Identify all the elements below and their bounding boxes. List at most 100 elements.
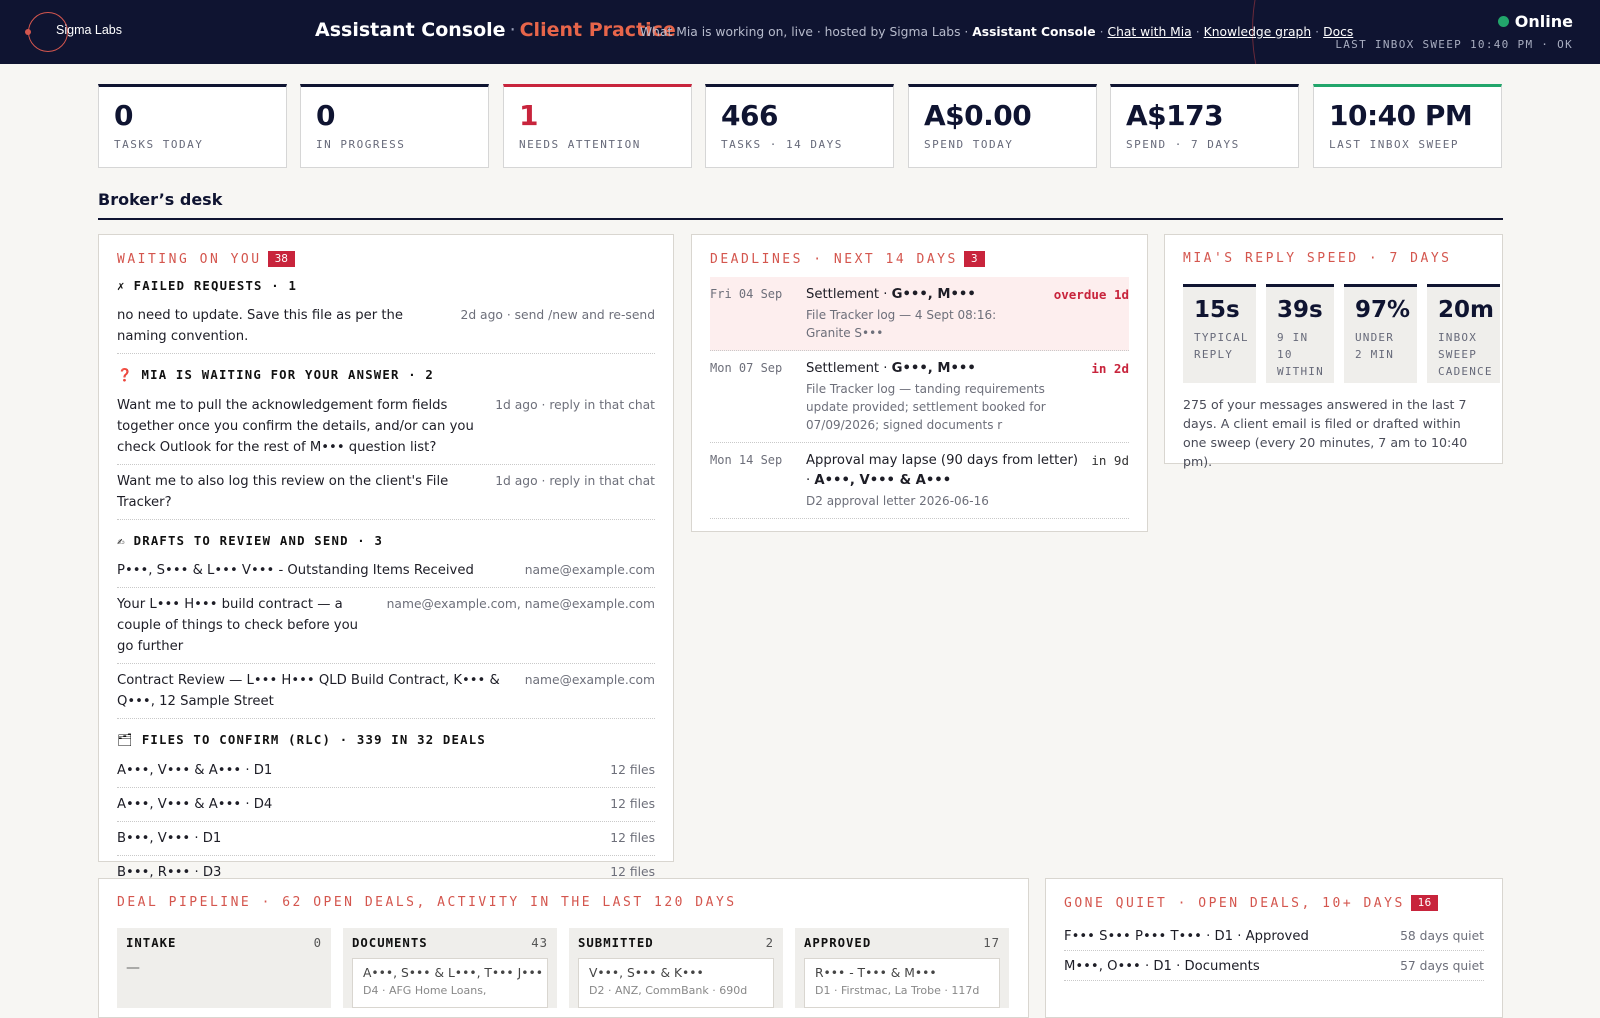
list-item[interactable]: no need to update. Save this file as per… (117, 299, 655, 354)
writing-hand-icon: ✍ (117, 534, 126, 548)
stat-value: 1 (519, 99, 538, 132)
deal-card-sub: D2 · ANZ, CommBank · 690d (589, 984, 748, 997)
list-item[interactable]: F••• S••• P••• T••• · D1 · Approved 58 d… (1064, 921, 1484, 951)
nav-link-knowledge-graph[interactable]: Knowledge graph (1204, 25, 1312, 39)
deal-card[interactable]: V•••, S••• & K••• D2 · ANZ, CommBank · 6… (578, 958, 774, 1008)
list-item[interactable]: Want me to pull the acknowledgement form… (117, 389, 655, 465)
column-name: SUBMITTED (578, 936, 654, 950)
deadline-client: G•••, M••• (891, 361, 976, 376)
deal-card-title: A•••, S••• & L•••, T••• J••• (363, 966, 543, 980)
item-meta: 57 days quiet (1400, 959, 1484, 973)
item-meta: 12 files (610, 831, 655, 845)
deadline-body: Settlement · G•••, M••• File Tracker log… (806, 359, 1081, 434)
pipeline-column-intake: INTAKE 0 — (117, 928, 331, 1008)
stat-value: A$173 (1126, 99, 1224, 132)
deal-card[interactable]: R••• - T••• & M••• D1 · Firstmac, La Tro… (804, 958, 1000, 1008)
deal-pipeline-panel: DEAL PIPELINE · 62 OPEN DEALS, ACTIVITY … (98, 878, 1029, 1018)
item-meta: 1d ago · reply in that chat (495, 398, 655, 412)
speed-label: 9 IN 10 WITHIN (1277, 331, 1324, 378)
subhead-failed-requests: ✗ FAILED REQUESTS · 1 (117, 279, 655, 293)
stat-value: 10:40 PM (1329, 99, 1473, 132)
deadline-client: G•••, M••• (891, 287, 976, 302)
speed-value: 20m (1437, 297, 1494, 323)
column-header: SUBMITTED 2 (578, 936, 774, 950)
last-sweep-status: LAST INBOX SWEEP 10:40 PM · OK (1335, 38, 1573, 51)
item-text: A•••, V••• & A••• · D1 (117, 763, 273, 778)
speed-note: 275 of your messages answered in the las… (1183, 397, 1468, 469)
count-badge: 16 (1410, 895, 1439, 911)
item-meta: name@example.com (524, 673, 655, 687)
column-header: INTAKE 0 (126, 936, 322, 950)
item-meta: 2d ago · send /new and re-send (460, 308, 655, 322)
pipeline-column-approved: APPROVED 17 R••• - T••• & M••• D1 · First… (795, 928, 1009, 1008)
speed-tile: 97% UNDER 2 MIN (1343, 284, 1417, 383)
panel-title: GONE QUIET · OPEN DEALS, 10+ DAYS 16 (1064, 895, 1484, 911)
stat-spend-7-days: A$173 SPEND · 7 DAYS (1110, 84, 1299, 168)
list-item[interactable]: Contract Review — L••• H••• QLD Build Co… (117, 664, 655, 719)
question-icon: ❓ (117, 368, 134, 382)
deadline-due: in 9d (1091, 453, 1129, 468)
empty-placeholder: — (126, 960, 140, 976)
panel-title-text: DEADLINES · NEXT 14 DAYS (710, 252, 958, 267)
stat-value: 466 (721, 99, 778, 132)
list-item[interactable]: Want me to also log this review on the c… (117, 465, 655, 520)
deadline-heading: Settlement · G•••, M••• (806, 285, 1044, 305)
item-text: Contract Review — L••• H••• QLD Build Co… (117, 673, 500, 709)
status-block: Online LAST INBOX SWEEP 10:40 PM · OK (1335, 12, 1573, 51)
stat-value: 0 (316, 99, 335, 132)
logo-text: Sigma Labs (56, 23, 123, 37)
stat-label: SPEND TODAY (924, 138, 1014, 151)
deal-card[interactable]: A•••, S••• & L•••, T••• J••• D4 · AFG Ho… (352, 958, 548, 1008)
title-separator: · (509, 19, 516, 41)
stat-last-inbox-sweep: 10:40 PM LAST INBOX SWEEP (1313, 84, 1502, 168)
item-meta: 1d ago · reply in that chat (495, 474, 655, 488)
deal-card-title: R••• - T••• & M••• (815, 966, 937, 980)
deal-card-sub: D1 · Firstmac, La Trobe · 117d (815, 984, 980, 997)
stat-spend-today: A$0.00 SPEND TODAY (908, 84, 1097, 168)
item-meta: 12 files (610, 797, 655, 811)
stat-label: NEEDS ATTENTION (519, 138, 641, 151)
panel-title: WAITING ON YOU 38 (117, 251, 655, 267)
panel-title-text: GONE QUIET · OPEN DEALS, 10+ DAYS (1064, 896, 1405, 911)
item-text: B•••, V••• · D1 (117, 831, 222, 846)
list-item[interactable]: P•••, S••• & L••• V••• - Outstanding Ite… (117, 554, 655, 588)
app-title: Assistant Console · Client Practice (315, 19, 676, 41)
deadline-heading-text: Settlement · (806, 361, 892, 376)
stat-label: SPEND · 7 DAYS (1126, 138, 1240, 151)
item-text: P•••, S••• & L••• V••• - Outstanding Ite… (117, 563, 474, 578)
list-item[interactable]: A•••, V••• & A••• · D1 12 files (117, 754, 655, 788)
list-item[interactable]: A•••, V••• & A••• · D4 12 files (117, 788, 655, 822)
item-text: M•••, O••• · D1 · Documents (1064, 959, 1260, 974)
panel-title: DEAL PIPELINE · 62 OPEN DEALS, ACTIVITY … (117, 895, 737, 910)
item-meta: 12 files (610, 763, 655, 777)
column-header: DOCUMENTS 43 (352, 936, 548, 950)
gone-quiet-panel: GONE QUIET · OPEN DEALS, 10+ DAYS 16 F•••… (1045, 878, 1503, 1018)
deadline-item[interactable]: Mon 07 Sep Settlement · G•••, M••• File … (710, 351, 1129, 443)
top-bar: Sigma Labs Assistant Console · Client Prac… (0, 0, 1600, 64)
deadline-item[interactable]: Fri 04 Sep Settlement · G•••, M••• File … (710, 277, 1129, 351)
stat-tasks-today: 0 TASKS TODAY (98, 84, 287, 168)
deadlines-panel: DEADLINES · NEXT 14 DAYS 3 Fri 04 Sep Set… (691, 234, 1148, 532)
item-text: Your L••• H••• build contract — a couple… (117, 597, 358, 654)
deadline-item[interactable]: Mon 14 Sep Approval may lapse (90 days f… (710, 443, 1129, 519)
reply-speed-panel: MIA'S REPLY SPEED · 7 DAYS 15s TYPICAL R… (1164, 234, 1503, 469)
app-title-main: Assistant Console (315, 19, 506, 41)
list-item[interactable]: B•••, V••• · D1 12 files (117, 822, 655, 856)
speed-tiles: 15s TYPICAL REPLY 39s 9 IN 10 WITHIN 97%… (1183, 284, 1500, 383)
count-badge: 38 (267, 251, 295, 267)
deal-card-title: V•••, S••• & K••• (589, 966, 704, 980)
speed-tile: 20m INBOX SWEEP CADENCE (1426, 284, 1500, 383)
speed-value: 15s (1194, 297, 1240, 323)
nav-link-chat[interactable]: Chat with Mia (1108, 25, 1192, 39)
stat-in-progress: 0 IN PROGRESS (300, 84, 489, 168)
status-dot-icon (1497, 16, 1509, 27)
nav-separator: · (1315, 25, 1320, 39)
nav-current[interactable]: Assistant Console (972, 25, 1095, 39)
list-item[interactable]: Your L••• H••• build contract — a couple… (117, 588, 655, 664)
column-count: 17 (983, 936, 1000, 950)
deadline-detail: File Tracker log — 4 Sept 08:16: Granite… (806, 308, 997, 340)
sigma-labs-logo[interactable]: Sigma Labs (25, 12, 148, 52)
deadline-body: Settlement · G•••, M••• File Tracker log… (806, 285, 1044, 342)
subhead-text: FAILED REQUESTS · 1 (133, 279, 298, 293)
list-item[interactable]: M•••, O••• · D1 · Documents 57 days quie… (1064, 951, 1484, 981)
